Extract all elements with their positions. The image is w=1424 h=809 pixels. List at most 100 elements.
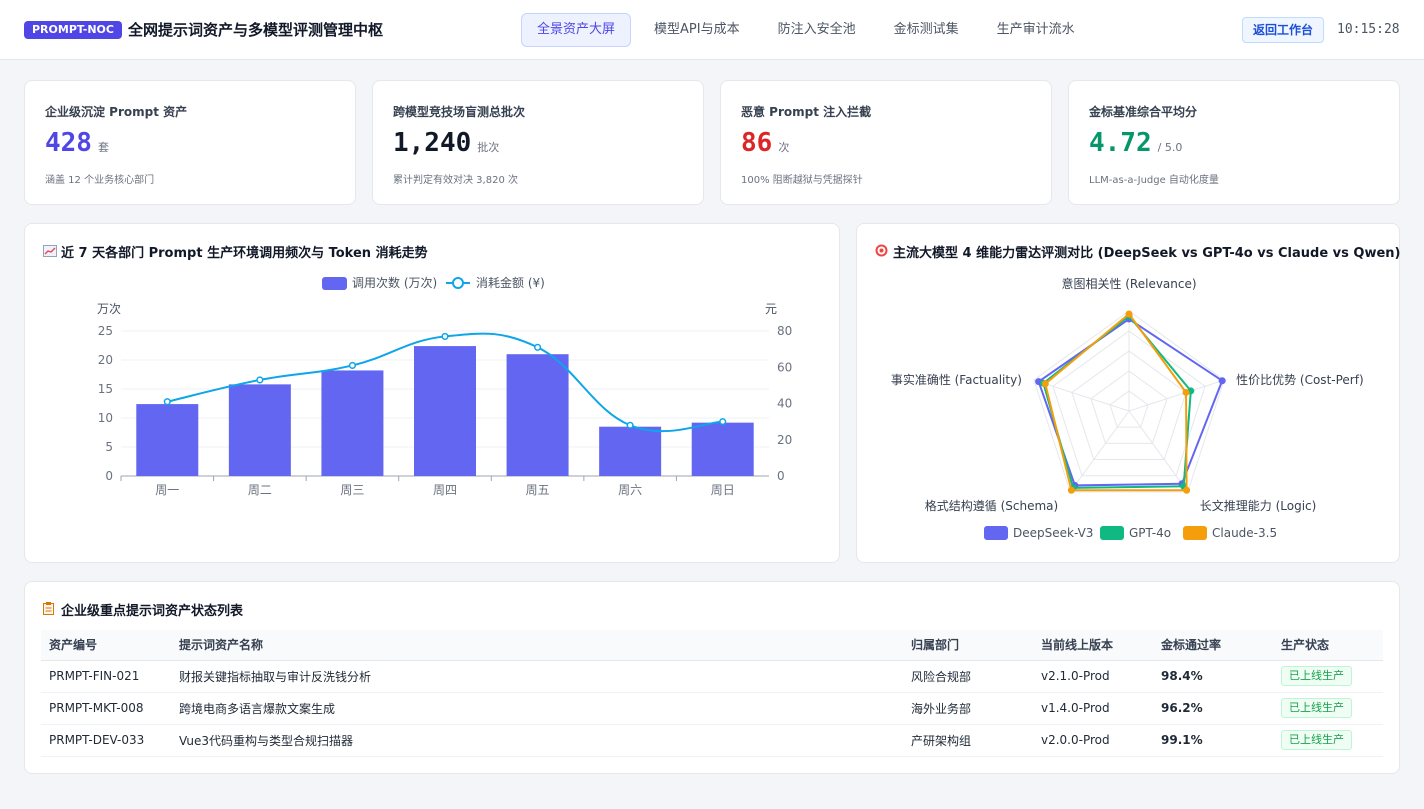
tab-audit-log[interactable]: 生产审计流水 bbox=[982, 13, 1090, 47]
asset-status-cell: 已上线生产 bbox=[1273, 724, 1383, 757]
radar-axis-line bbox=[1128, 410, 1189, 493]
line-point bbox=[534, 343, 542, 351]
y-right-unit: 元 bbox=[765, 302, 777, 316]
asset-name: 跨境电商多语言爆款文案生成 bbox=[171, 692, 903, 725]
col-department: 归属部门 bbox=[903, 630, 1033, 661]
x-tick-label: 周四 bbox=[433, 483, 457, 497]
line-point bbox=[256, 376, 264, 384]
y-right-tick-label: 40 bbox=[777, 397, 792, 411]
kpi-label: 企业级沉淀 Prompt 资产 bbox=[45, 105, 188, 119]
x-tick-label: 周五 bbox=[526, 483, 550, 497]
tab-injection-security[interactable]: 防注入安全池 bbox=[763, 13, 871, 47]
asset-pass-rate: 99.1% bbox=[1153, 724, 1273, 757]
radar-series-point bbox=[1182, 388, 1190, 396]
line-point bbox=[626, 421, 634, 429]
kpi-value: 86 次 bbox=[741, 128, 790, 158]
bar bbox=[506, 354, 569, 476]
col-status: 生产状态 bbox=[1273, 630, 1383, 661]
legend-swatch bbox=[984, 526, 1008, 540]
radar-axis-line bbox=[1128, 379, 1225, 412]
x-tick-label: 周日 bbox=[711, 483, 735, 497]
status-badge: 已上线生产 bbox=[1281, 666, 1352, 686]
line-point bbox=[441, 332, 449, 340]
y-left-tick-label: 25 bbox=[98, 324, 113, 338]
clock: 10:15:28 bbox=[1337, 22, 1400, 37]
bar bbox=[414, 346, 476, 476]
trend-chart-card: 近 7 天各部门 Prompt 生产环境调用频次与 Token 消耗走势 0 5 1… bbox=[24, 223, 840, 563]
kpi-value: 1,240 批次 bbox=[393, 128, 500, 158]
x-tick-label: 周三 bbox=[340, 483, 364, 497]
asset-table-title: 企业级重点提示词资产状态列表 bbox=[43, 600, 243, 619]
asset-version: v1.4.0-Prod bbox=[1033, 692, 1153, 725]
radar-chart-card: 主流大模型 4 维能力雷达评测对比 (DeepSeek vs GPT-4o vs… bbox=[856, 223, 1400, 563]
asset-table: 资产编号 提示词资产名称 归属部门 当前线上版本 金标通过率 生产状态 PRMP… bbox=[41, 630, 1383, 757]
table-row[interactable]: PRMPT-DEV-033 Vue3代码重构与类型合规扫描器 产研架构组 v2.… bbox=[41, 724, 1383, 757]
kpi-card-injection-blocked: 恶意 Prompt 注入拦截 86 次 100% 阻断越狱与凭据探针 bbox=[720, 80, 1052, 205]
bar bbox=[599, 426, 662, 476]
y-right-tick-label: 20 bbox=[777, 433, 792, 447]
tab-overview[interactable]: 全景资产大屏 bbox=[521, 13, 632, 47]
asset-version: v2.1.0-Prod bbox=[1033, 660, 1153, 693]
legend-label: 调用次数 (万次) bbox=[352, 275, 437, 290]
table-row[interactable]: PRMPT-FIN-021 财报关键指标抽取与审计反洗钱分析 风险合规部 v2.… bbox=[41, 660, 1383, 693]
y-left-tick-label: 10 bbox=[98, 411, 113, 425]
kpi-note: 涵盖 12 个业务核心部门 bbox=[45, 175, 155, 186]
asset-status-cell: 已上线生产 bbox=[1273, 692, 1383, 725]
asset-pass-rate: 96.2% bbox=[1153, 692, 1273, 725]
main-nav: 全景资产大屏 模型API与成本 防注入安全池 金标测试集 生产审计流水 bbox=[521, 13, 1098, 47]
y-right-tick-label: 0 bbox=[777, 469, 785, 483]
tab-model-api-cost[interactable]: 模型API与成本 bbox=[639, 13, 755, 47]
kpi-card-assets: 企业级沉淀 Prompt 资产 428 套 涵盖 12 个业务核心部门 bbox=[24, 80, 356, 205]
radar-series-point bbox=[1067, 486, 1075, 494]
status-badge: 已上线生产 bbox=[1281, 730, 1352, 750]
col-version: 当前线上版本 bbox=[1033, 630, 1153, 661]
back-to-workbench-button[interactable]: 返回工作台 bbox=[1242, 17, 1324, 43]
line-point bbox=[348, 361, 356, 369]
line-point bbox=[163, 398, 171, 406]
legend-swatch bbox=[1183, 526, 1207, 540]
legend-swatch-bar bbox=[322, 277, 347, 290]
col-pass-rate: 金标通过率 bbox=[1153, 630, 1273, 661]
kpi-card-arena-batches: 跨模型竞技场盲测总批次 1,240 批次 累计判定有效对决 3,820 次 bbox=[372, 80, 704, 205]
app-title: 全网提示词资产与多模型评测管理中枢 bbox=[128, 21, 384, 39]
radar-indicator-label: 性价比优势 (Cost-Perf) bbox=[1236, 373, 1364, 387]
y-left-tick-label: 5 bbox=[105, 440, 113, 454]
brand-badge: PROMPT-NOC bbox=[24, 21, 122, 39]
bar bbox=[136, 404, 199, 476]
trend-chart-title: 近 7 天各部门 Prompt 生产环境调用频次与 Token 消耗走势 bbox=[43, 242, 428, 261]
kpi-unit: 次 bbox=[778, 141, 790, 154]
legend-label: Claude-3.5 bbox=[1212, 526, 1277, 540]
y-right-tick-label: 80 bbox=[777, 324, 792, 338]
asset-id: PRMPT-MKT-008 bbox=[41, 692, 171, 725]
table-row[interactable]: PRMPT-MKT-008 跨境电商多语言爆款文案生成 海外业务部 v1.4.0… bbox=[41, 692, 1383, 725]
x-tick-label: 周一 bbox=[155, 483, 179, 497]
asset-department: 产研架构组 bbox=[903, 724, 1033, 757]
asset-department: 风险合规部 bbox=[903, 660, 1033, 693]
asset-table-card: 企业级重点提示词资产状态列表 资产编号 提示词资产名称 归属部门 当前线上版本 … bbox=[24, 581, 1400, 774]
radar-series-point bbox=[1183, 486, 1191, 494]
y-right-tick-label: 60 bbox=[777, 360, 792, 374]
tab-golden-testset[interactable]: 金标测试集 bbox=[879, 13, 974, 47]
y-left-tick-label: 15 bbox=[98, 382, 113, 396]
top-bar: PROMPT-NOC 全网提示词资产与多模型评测管理中枢 全景资产大屏 模型AP… bbox=[0, 0, 1424, 60]
kpi-value: 4.72/ 5.0 bbox=[1089, 128, 1183, 158]
kpi-value: 428 套 bbox=[45, 128, 109, 158]
asset-id: PRMPT-FIN-021 bbox=[41, 660, 171, 693]
radar-indicator-label: 事实准确性 (Factuality) bbox=[891, 372, 1022, 387]
asset-name: Vue3代码重构与类型合规扫描器 bbox=[171, 724, 903, 757]
radar-chart: 意图相关性 (Relevance) 性价比优势 (Cost-Perf) 长文推理能力… bbox=[891, 276, 1364, 540]
bar bbox=[691, 422, 754, 476]
y-left-tick-label: 0 bbox=[105, 469, 113, 483]
legend-label: DeepSeek-V3 bbox=[1013, 526, 1093, 540]
asset-version: v2.0.0-Prod bbox=[1033, 724, 1153, 757]
status-badge: 已上线生产 bbox=[1281, 698, 1352, 718]
bar bbox=[321, 370, 384, 476]
kpi-unit: 套 bbox=[97, 141, 109, 154]
y-left-tick-label: 20 bbox=[98, 353, 113, 367]
radar-series-point bbox=[1041, 380, 1049, 388]
kpi-note: LLM-as-a-Judge 自动化度量 bbox=[1089, 175, 1219, 186]
radar-indicator-label: 意图相关性 (Relevance) bbox=[1061, 276, 1196, 291]
x-tick-label: 周二 bbox=[248, 483, 272, 497]
radar-indicator-label: 长文推理能力 (Logic) bbox=[1200, 498, 1317, 513]
table-header-row: 资产编号 提示词资产名称 归属部门 当前线上版本 金标通过率 生产状态 bbox=[41, 630, 1383, 661]
